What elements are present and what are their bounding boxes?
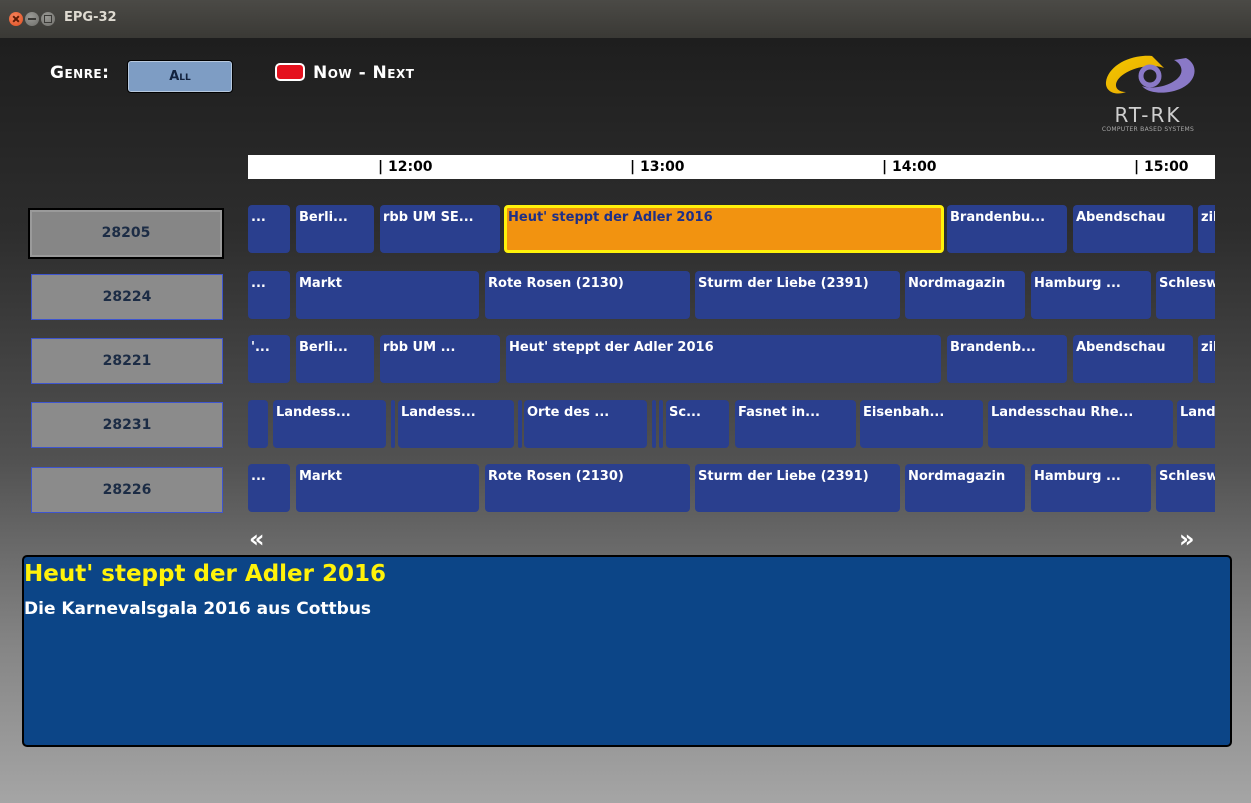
window-titlebar: EPG-32 bbox=[0, 0, 1251, 39]
program-block[interactable] bbox=[391, 400, 395, 448]
program-block[interactable]: Heut' steppt der Adler 2016 bbox=[506, 335, 941, 383]
program-block[interactable] bbox=[652, 400, 656, 448]
program-block[interactable]: rbb UM SE... bbox=[380, 205, 500, 253]
now-next-label[interactable]: Now - Next bbox=[313, 63, 414, 83]
scroll-left-icon[interactable]: « bbox=[249, 524, 265, 554]
program-block[interactable]: Abendschau bbox=[1073, 335, 1193, 383]
program-block[interactable] bbox=[659, 400, 663, 448]
maximize-window-button[interactable] bbox=[41, 12, 55, 26]
program-block[interactable]: Sc... bbox=[666, 400, 729, 448]
program-block[interactable]: Berli... bbox=[296, 335, 374, 383]
program-block[interactable]: Eisenbah... bbox=[860, 400, 983, 448]
program-block[interactable]: Schlesw bbox=[1156, 271, 1215, 319]
epg-app: Genre: All Now - Next RT-RK COMPUTER BAS… bbox=[0, 38, 1251, 803]
program-block[interactable]: ... bbox=[248, 464, 290, 512]
channel-button-28221[interactable]: 28221 bbox=[31, 338, 223, 384]
program-block[interactable]: ... bbox=[248, 271, 290, 319]
red-key-icon bbox=[275, 63, 305, 81]
close-window-button[interactable] bbox=[9, 12, 23, 26]
program-block[interactable]: Sturm der Liebe (2391) bbox=[695, 464, 900, 512]
program-block[interactable]: rbb UM ... bbox=[380, 335, 500, 383]
program-block[interactable]: Landesschau Rhe... bbox=[988, 400, 1173, 448]
scroll-right-icon[interactable]: » bbox=[1179, 524, 1195, 554]
window-title: EPG-32 bbox=[64, 10, 117, 25]
program-block[interactable] bbox=[518, 400, 522, 448]
program-block[interactable]: Schlesw bbox=[1156, 464, 1215, 512]
program-block[interactable] bbox=[248, 400, 268, 448]
program-block[interactable]: Land bbox=[1177, 400, 1215, 448]
program-details-title: Heut' steppt der Adler 2016 bbox=[24, 561, 387, 587]
program-row-28224: ... Markt Rote Rosen (2130) Sturm der Li… bbox=[248, 271, 1215, 319]
program-block[interactable]: Sturm der Liebe (2391) bbox=[695, 271, 900, 319]
program-row-28226: ... Markt Rote Rosen (2130) Sturm der Li… bbox=[248, 464, 1215, 512]
timeline-bar: | 12:00 | 13:00 | 14:00 | 15:00 bbox=[248, 155, 1215, 179]
program-details-description: Die Karnevalsgala 2016 aus Cottbus bbox=[24, 599, 372, 619]
program-block[interactable]: Fasnet in... bbox=[735, 400, 856, 448]
time-tick: | 15:00 bbox=[1134, 159, 1189, 175]
program-block[interactable]: Abendschau bbox=[1073, 205, 1193, 253]
program-block[interactable]: Markt bbox=[296, 271, 479, 319]
program-row-28205: ... Berli... rbb UM SE... Heut' steppt d… bbox=[248, 205, 1215, 253]
program-block[interactable]: Orte des ... bbox=[524, 400, 647, 448]
program-block[interactable]: '... bbox=[248, 335, 290, 383]
time-tick: | 14:00 bbox=[882, 159, 937, 175]
program-block[interactable]: zil bbox=[1198, 205, 1215, 253]
program-details-panel: Heut' steppt der Adler 2016 Die Karneval… bbox=[22, 555, 1232, 747]
program-block[interactable]: ... bbox=[248, 205, 290, 253]
program-block[interactable]: Hamburg ... bbox=[1031, 271, 1151, 319]
program-block[interactable]: Brandenbu... bbox=[947, 205, 1067, 253]
logo-wordmark: RT-RK bbox=[1114, 103, 1182, 127]
program-block[interactable]: Brandenb... bbox=[947, 335, 1067, 383]
program-block[interactable]: Landess... bbox=[273, 400, 386, 448]
program-block[interactable]: Markt bbox=[296, 464, 479, 512]
program-row-28231: Landess... Landess... Orte des ... Sc...… bbox=[248, 400, 1215, 448]
time-tick: | 12:00 bbox=[378, 159, 433, 175]
program-block[interactable]: Rote Rosen (2130) bbox=[485, 271, 690, 319]
program-block-selected[interactable]: Heut' steppt der Adler 2016 bbox=[504, 205, 944, 253]
program-block[interactable]: Rote Rosen (2130) bbox=[485, 464, 690, 512]
channel-button-28224[interactable]: 28224 bbox=[31, 274, 223, 320]
program-block[interactable]: Nordmagazin bbox=[905, 464, 1025, 512]
channel-button-28205[interactable]: 28205 bbox=[28, 208, 224, 259]
logo-tagline: COMPUTER BASED SYSTEMS bbox=[1101, 126, 1195, 133]
channel-button-28226[interactable]: 28226 bbox=[31, 467, 223, 513]
program-block[interactable]: zil bbox=[1198, 335, 1215, 383]
genre-button[interactable]: All bbox=[127, 60, 233, 93]
program-row-28221: '... Berli... rbb UM ... Heut' steppt de… bbox=[248, 335, 1215, 383]
program-block[interactable]: Hamburg ... bbox=[1031, 464, 1151, 512]
minimize-window-button[interactable] bbox=[25, 12, 39, 26]
genre-label: Genre: bbox=[50, 63, 110, 83]
program-block[interactable]: Berli... bbox=[296, 205, 374, 253]
program-block[interactable]: Nordmagazin bbox=[905, 271, 1025, 319]
program-block[interactable]: Landess... bbox=[398, 400, 514, 448]
time-tick: | 13:00 bbox=[630, 159, 685, 175]
channel-button-28231[interactable]: 28231 bbox=[31, 402, 223, 448]
